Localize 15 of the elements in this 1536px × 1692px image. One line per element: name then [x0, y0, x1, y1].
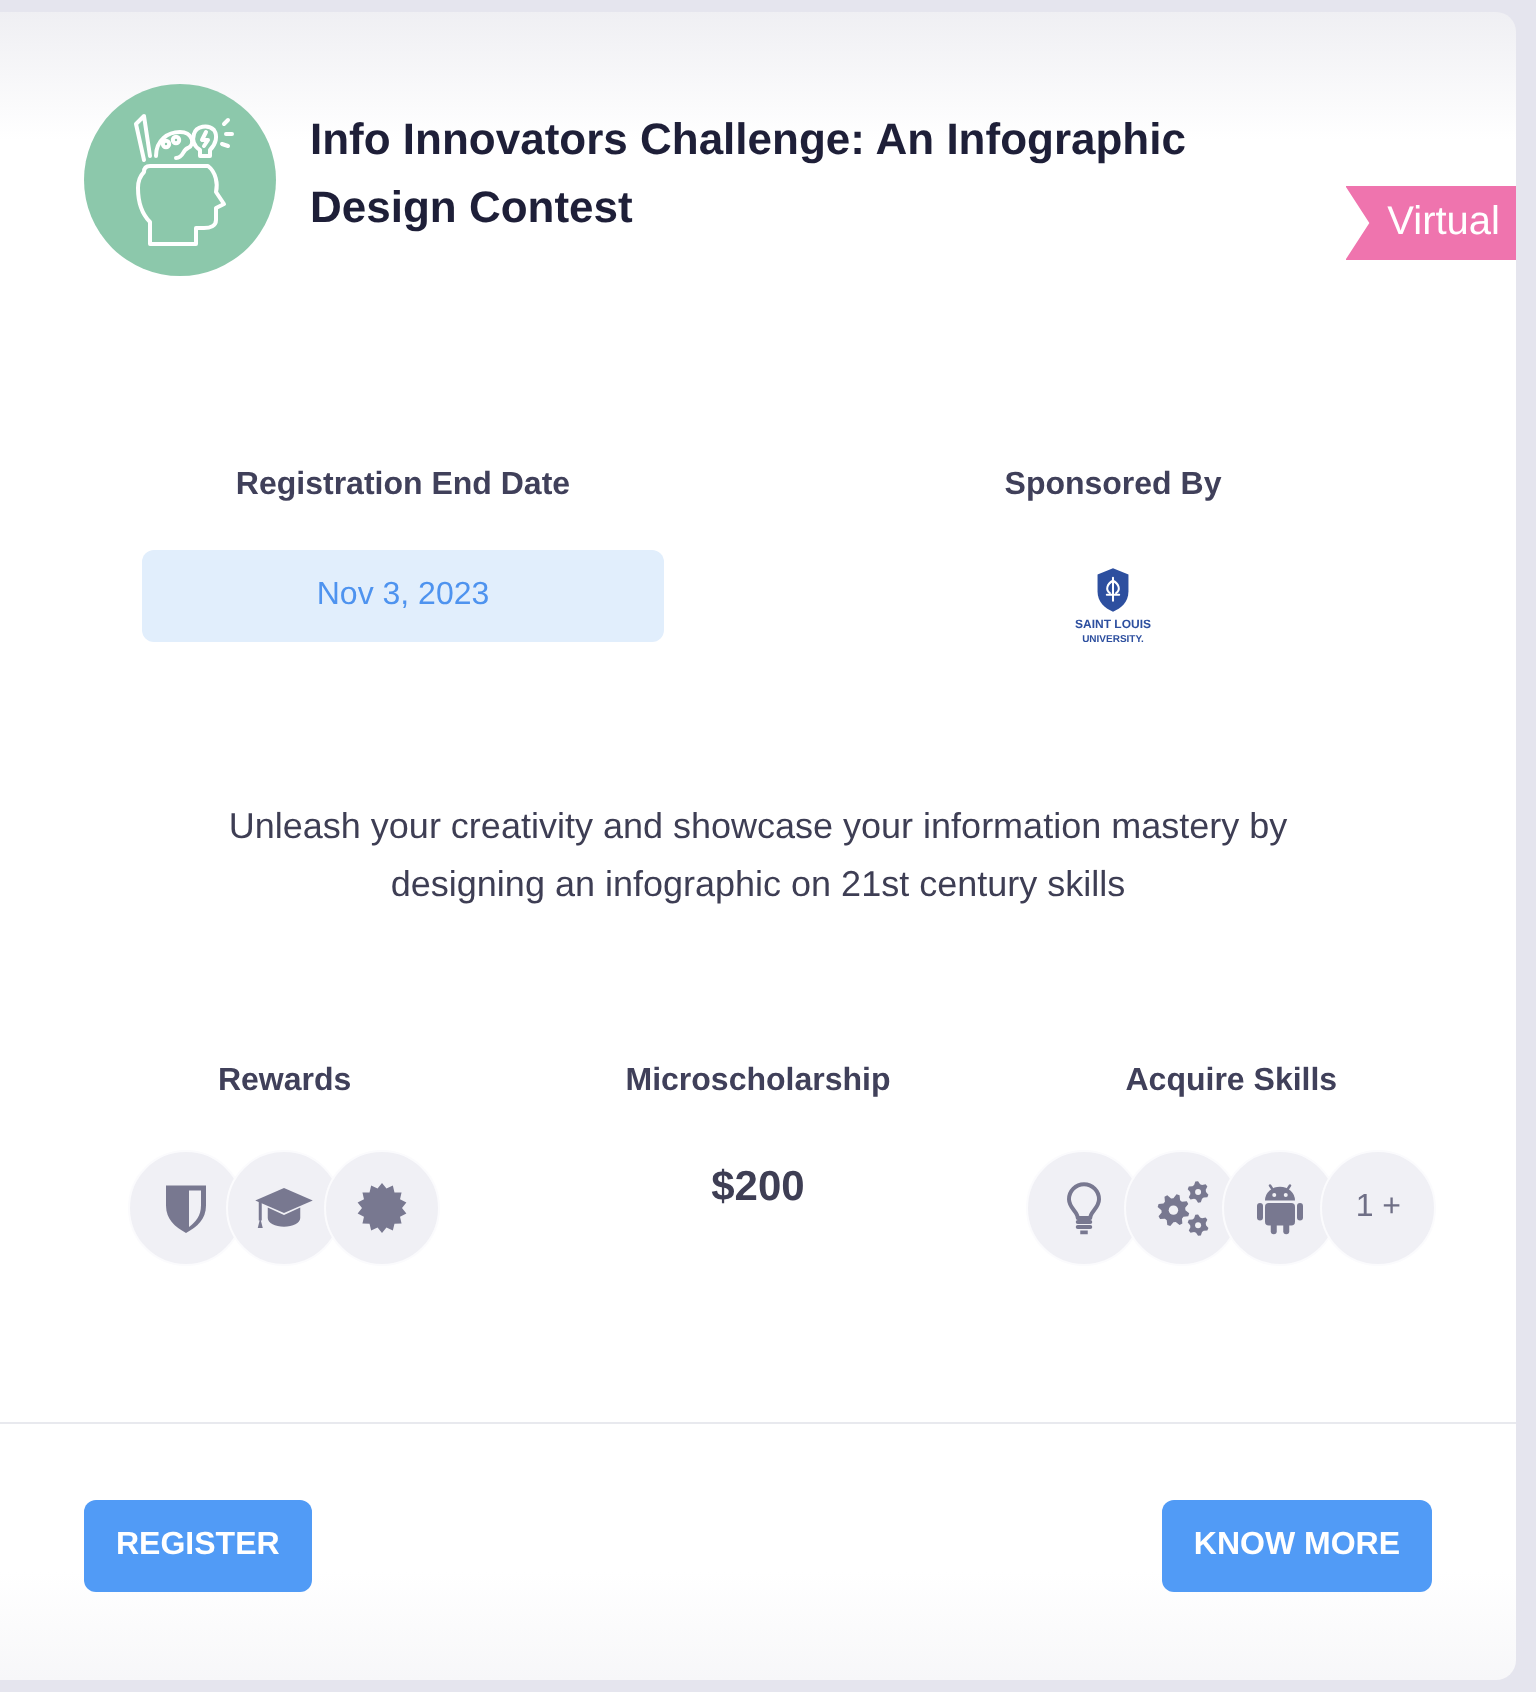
sponsor-label: Sponsored By [1004, 466, 1222, 506]
rewards-label: Rewards [217, 1062, 352, 1102]
more-skills-count: 1 + [1320, 1150, 1437, 1266]
event-title: Info Innovators Challenge: An Infographic Design Contest [310, 112, 1188, 236]
scholarship-amount: $200 [711, 1164, 805, 1212]
skills-label: Acquire Skills [1125, 1062, 1338, 1102]
crest-icon [1095, 566, 1130, 614]
microscholarship-label: Microscholarship [625, 1062, 891, 1102]
head-icon [84, 84, 276, 276]
register-button[interactable]: REGISTER [84, 1500, 312, 1592]
virtual-ribbon: Virtual [1345, 186, 1516, 260]
event-description: Unleash your creativity and showcase your information mastery by designing an infographic on 21st century skills [226, 804, 1290, 908]
know-more-button[interactable]: KNOW MORE [1161, 1500, 1432, 1592]
registration-date: Nov 3, 2023 [142, 550, 664, 642]
registration-label: Registration End Date [235, 466, 571, 506]
